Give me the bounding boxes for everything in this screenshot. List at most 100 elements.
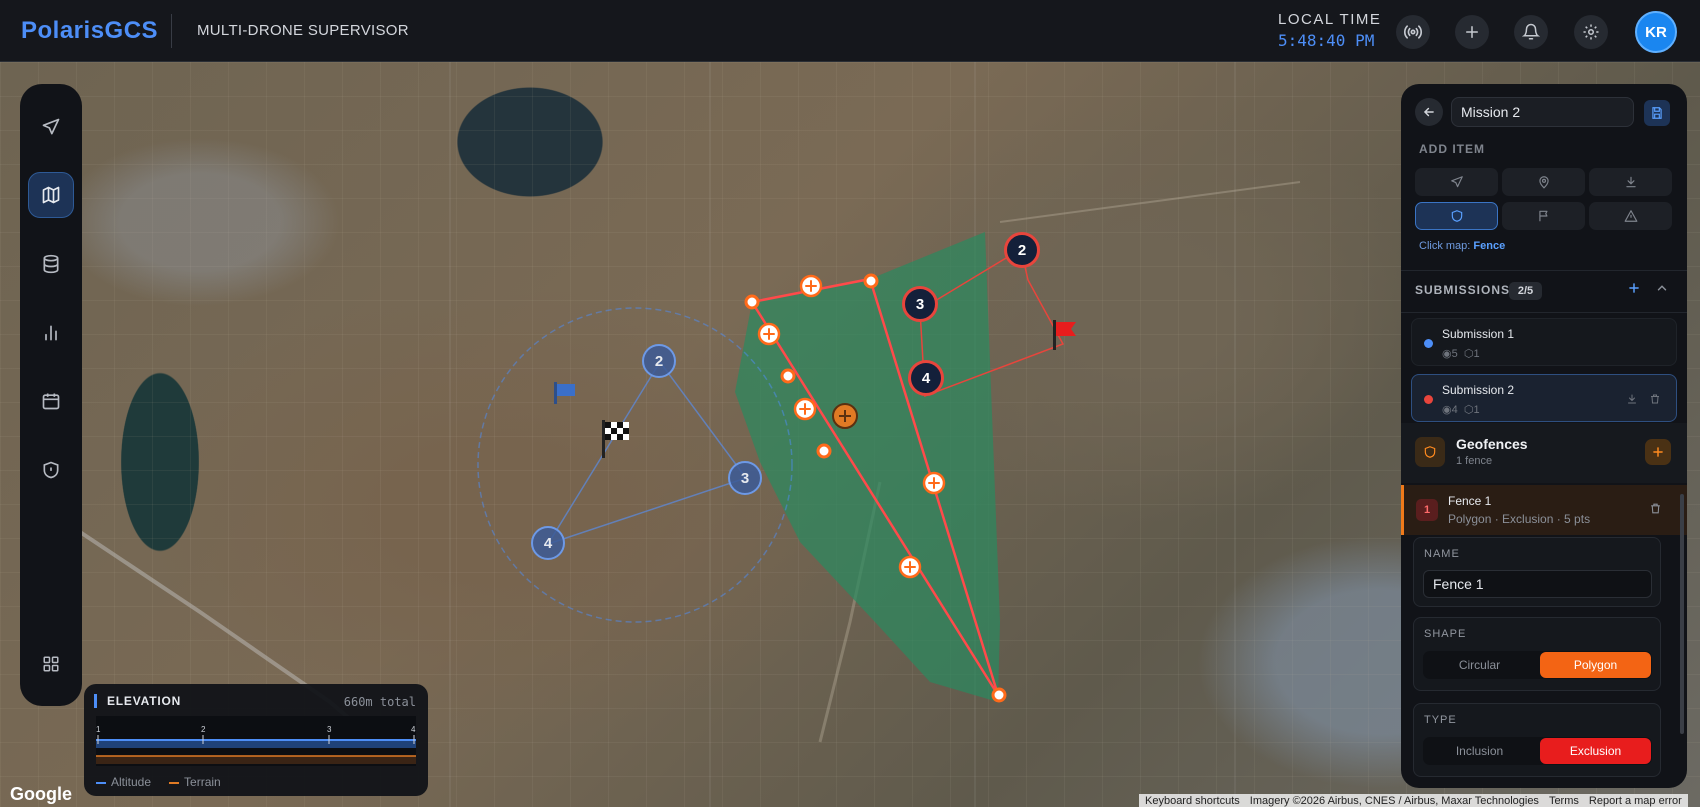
broadcast-button[interactable]: [1396, 15, 1430, 49]
click-map-hint: Click map: Fence: [1419, 240, 1506, 252]
map-icon: [42, 186, 60, 204]
geofences-header: Geofences 1 fence: [1401, 423, 1687, 483]
blue-waypoint-3[interactable]: 3: [728, 461, 762, 495]
fence-name-input[interactable]: [1423, 570, 1652, 598]
red-waypoint-2[interactable]: 2: [1004, 232, 1040, 268]
takeoff-icon: [1450, 176, 1463, 188]
delete-submission-button[interactable]: [1649, 392, 1661, 410]
header-divider: [171, 14, 172, 48]
back-button[interactable]: [1415, 98, 1443, 126]
notifications-button[interactable]: [1514, 15, 1548, 49]
red-waypoint-3[interactable]: 3: [902, 286, 938, 322]
fence-shape-card: SHAPE Circular Polygon: [1413, 617, 1661, 691]
add-takeoff-button[interactable]: [1415, 168, 1498, 196]
gear-icon: [1583, 24, 1599, 40]
panel-scrollbar[interactable]: [1680, 494, 1684, 734]
calendar-icon: [42, 393, 60, 410]
mission-name-input[interactable]: [1451, 97, 1634, 127]
add-rally-flag-button[interactable]: [1502, 202, 1585, 230]
rail-item-analytics[interactable]: [28, 310, 74, 356]
red-flag-marker[interactable]: [1053, 320, 1076, 350]
top-bar: PolarisGCS MULTI-DRONE SUPERVISOR LOCAL …: [0, 0, 1700, 62]
app-subtitle: MULTI-DRONE SUPERVISOR: [197, 22, 409, 39]
rail-item-apps[interactable]: [28, 641, 74, 687]
chevron-up-icon: [1657, 285, 1667, 291]
add-fence-button[interactable]: [1415, 202, 1498, 230]
elevation-tick-2: 2: [201, 725, 206, 734]
add-hazard-button[interactable]: [1589, 202, 1672, 230]
rail-item-map[interactable]: [28, 172, 74, 218]
bar-chart-icon: [45, 325, 57, 341]
shape-option-polygon[interactable]: Polygon: [1540, 652, 1651, 678]
keyboard-shortcuts-link[interactable]: Keyboard shortcuts: [1145, 795, 1240, 807]
rail-item-security[interactable]: [28, 447, 74, 493]
elevation-chart: 1 2 3 4: [96, 716, 416, 766]
add-button[interactable]: [1455, 15, 1489, 49]
arrow-left-icon: [1423, 107, 1434, 117]
shape-option-circular[interactable]: Circular: [1424, 652, 1535, 678]
submission-stats: ◉5 ⬡1: [1442, 348, 1480, 360]
blue-waypoint-2[interactable]: 2: [642, 344, 676, 378]
blue-waypoint-4[interactable]: 4: [531, 526, 565, 560]
submission-item-1[interactable]: Submission 1 ◉5 ⬡1: [1411, 318, 1677, 366]
location-pin-icon: [1538, 176, 1549, 189]
type-option-exclusion[interactable]: Exclusion: [1540, 738, 1651, 764]
type-segmented-control: Inclusion Exclusion: [1423, 737, 1652, 765]
save-mission-button[interactable]: [1644, 100, 1670, 126]
fence-list-item[interactable]: 1 Fence 1 Polygon · Exclusion · 5 pts: [1401, 485, 1687, 535]
flag-icon: [1538, 210, 1547, 222]
rail-item-drones[interactable]: [28, 104, 74, 150]
add-geofence-button[interactable]: [1645, 439, 1671, 465]
submissions-label: SUBMISSIONS: [1415, 283, 1511, 297]
submission-color-dot: [1424, 395, 1433, 404]
mission-editor-panel: ADD ITEM Click map: Fence SUBMISSIONS 2/…: [1401, 84, 1687, 788]
add-item-label: ADD ITEM: [1419, 142, 1485, 156]
terms-link[interactable]: Terms: [1549, 795, 1579, 807]
geofence-area[interactable]: [735, 232, 1000, 702]
geofences-count: 1 fence: [1456, 455, 1493, 467]
google-logo: Google: [10, 784, 72, 804]
submission-item-2[interactable]: Submission 2 ◉4 ⬡1: [1411, 374, 1677, 422]
shape-label: SHAPE: [1424, 628, 1467, 640]
geofence-shield-icon: [1415, 437, 1445, 467]
submission-stats: ◉4 ⬡1: [1442, 404, 1480, 416]
rail-item-database[interactable]: [28, 241, 74, 287]
imagery-credit: Imagery ©2026 Airbus, CNES / Airbus, Max…: [1249, 794, 1539, 807]
red-waypoint-4[interactable]: 4: [908, 360, 944, 396]
add-waypoint-button[interactable]: [1502, 168, 1585, 196]
bell-icon: [1522, 23, 1540, 40]
download-submission-button[interactable]: [1626, 392, 1638, 410]
local-time-label: LOCAL TIME: [1278, 11, 1382, 28]
click-map-mode: Fence: [1473, 240, 1506, 252]
shape-segmented-control: Circular Polygon: [1423, 651, 1652, 679]
report-error-link[interactable]: Report a map error: [1589, 795, 1682, 807]
elevation-tick-4: 4: [411, 725, 416, 734]
plus-icon: [1466, 26, 1478, 38]
panel-divider: [1401, 312, 1687, 313]
warning-icon: [1624, 210, 1637, 222]
fence-name: Fence 1: [1448, 494, 1492, 508]
trash-icon: [1651, 503, 1660, 514]
add-land-button[interactable]: [1589, 168, 1672, 196]
blue-flag-marker[interactable]: [554, 382, 575, 404]
rail-item-schedule[interactable]: [28, 378, 74, 424]
settings-button[interactable]: [1574, 15, 1608, 49]
app-logo: PolarisGCS: [21, 17, 159, 44]
collapse-submissions-button[interactable]: [1655, 281, 1669, 300]
submission-color-dot: [1424, 339, 1433, 348]
broadcast-icon: [1403, 25, 1423, 39]
shield-icon: [43, 461, 59, 479]
elevation-title: ELEVATION: [94, 694, 181, 708]
user-avatar[interactable]: KR: [1635, 11, 1677, 53]
delete-fence-button[interactable]: [1649, 502, 1662, 520]
type-option-inclusion[interactable]: Inclusion: [1424, 738, 1535, 764]
fence-meta: Polygon · Exclusion · 5 pts: [1448, 512, 1591, 526]
grid-apps-icon: [43, 656, 59, 672]
land-icon: [1625, 176, 1636, 188]
home-checkered-flag[interactable]: [602, 420, 629, 458]
fence-name-card: NAME: [1413, 537, 1661, 607]
add-submission-button[interactable]: [1627, 281, 1641, 300]
fence-index-badge: 1: [1416, 499, 1438, 521]
legend-altitude: Altitude: [96, 775, 151, 789]
shield-outline-icon: [1451, 210, 1462, 222]
